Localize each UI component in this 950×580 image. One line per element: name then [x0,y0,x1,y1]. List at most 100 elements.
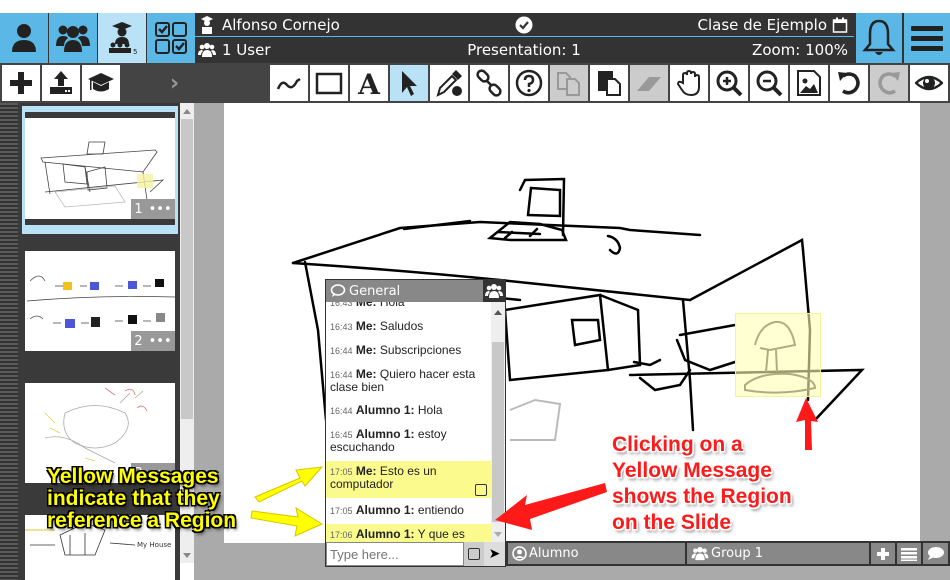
chat-message[interactable]: 16:44 Me: Subscripciones [326,341,491,365]
rectangle-icon [315,72,343,95]
class-button[interactable] [82,65,120,101]
slide-thumbnail-1[interactable]: 1 ••• [25,112,175,225]
hamburger-icon [911,26,943,51]
text-tool[interactable]: A [350,65,388,101]
slide-badge[interactable]: 1 ••• [131,199,175,219]
toolbar: › A [0,63,950,103]
freehand-tool[interactable] [270,65,308,101]
help-icon [515,69,543,97]
chat-message[interactable]: 17:05 Alumno 1: entiendo [326,498,491,524]
color-picker-tool[interactable] [430,65,468,101]
send-button[interactable]: ➤ [484,542,505,566]
collapse-sidebar-toggle[interactable]: › [170,71,179,96]
chat-toggle-button[interactable] [923,543,948,564]
chat-message-with-region[interactable]: 17:06 Alumno 1: Y que es esto [326,524,491,542]
rectangle-tool[interactable] [310,65,348,101]
freehand-icon [276,77,301,90]
svg-text:My House: My House [137,541,171,549]
paste-tool[interactable] [590,65,628,101]
group-label: Group 1 [711,546,763,561]
link-tool[interactable] [470,65,508,101]
chat-message[interactable]: 16:45 Alumno 1: estoy escuchando [326,425,491,461]
eraser-tool[interactable] [630,65,668,101]
add-icon [10,72,32,94]
list-view-button[interactable] [897,543,921,564]
single-user-mode-button[interactable] [0,13,48,63]
chat-message[interactable]: 16:44 Alumno 1: Hola [326,401,491,425]
pan-tool[interactable] [670,65,708,101]
zoom-in-icon [716,70,743,97]
quiz-mode-button[interactable] [147,13,195,63]
zoom-in-tool[interactable] [710,65,748,101]
zoom-out-tool[interactable] [750,65,788,101]
attach-region-button[interactable] [464,542,484,566]
checkbox-grid-icon [155,22,187,54]
scroll-down-icon [183,553,191,558]
redo-tool[interactable] [870,65,908,101]
add-slide-button[interactable] [2,65,40,101]
user-icon [12,24,36,52]
teacher-class-mode-button[interactable]: 5 [98,13,146,63]
main-menu-button[interactable] [904,13,950,63]
chat-message[interactable]: 16:43 Me: Hola [326,302,491,317]
sidebar-scroll-thumb[interactable] [181,119,193,419]
notifications-button[interactable] [856,13,902,63]
bell-icon [862,19,896,55]
group-indicator[interactable]: Group 1 [687,543,869,564]
region-icon [468,548,480,560]
group-mode-button[interactable] [49,13,97,63]
add-button[interactable] [871,543,895,564]
slide-number: 1 [134,201,143,217]
chat-bubble-icon [330,284,346,297]
chat-message[interactable]: 16:43 Me: Saludos [326,317,491,341]
undo-icon [838,72,860,95]
eyedropper-icon [436,70,462,97]
check-circle-icon [515,16,533,34]
calendar-icon [832,17,848,33]
chat-channel-name: General [349,283,401,299]
link-icon [476,69,502,97]
chat-header: General [326,280,505,302]
chat-scrollbar[interactable] [491,302,505,542]
teacher-class-icon: 5 [109,22,137,56]
user-circle-icon [512,546,527,561]
role-label: Alumno [529,546,579,561]
chat-message-input[interactable] [326,542,464,566]
session-info: Alfonso Cornejo Clase de Ejemplo 1 User … [194,13,854,63]
upload-button[interactable] [42,65,80,101]
class-name: Clase de Ejemplo [697,15,827,34]
scroll-down-icon [494,532,502,537]
slide-number: 2 [134,333,143,349]
slide-more-icon[interactable]: ••• [149,202,172,217]
list-icon [901,547,917,561]
slide-badge[interactable]: 2 ••• [131,331,175,351]
zoom-out-icon [756,70,783,97]
insert-image-tool[interactable] [790,65,828,101]
redo-icon [878,72,900,95]
region-highlight[interactable] [735,313,821,397]
chat-message[interactable]: 16:44 Me: Quiero hacer esta clase bien [326,365,491,401]
graduation-cap-icon [88,73,114,92]
send-icon: ➤ [488,546,501,562]
bottom-status-bar: Alumno Group 1 [506,541,950,566]
users-icon [56,25,90,52]
plus-icon [877,547,889,560]
chat-message-with-region[interactable]: 17:05 Me: Esto es un computador [326,461,491,498]
view-tool[interactable] [910,65,948,101]
users-icon [691,546,709,561]
help-tool[interactable] [510,65,548,101]
red-annotation: Clicking on a Yellow Message shows the R… [612,433,792,534]
text-icon: A [357,69,381,97]
class-size-badge: 5 [133,48,137,56]
slide-thumbnail-2[interactable]: 2 ••• [25,251,175,351]
sidebar-resize-handle[interactable] [0,103,18,580]
select-tool[interactable] [390,65,428,101]
svg-text:A: A [357,69,381,97]
role-indicator[interactable]: Alumno [508,543,685,564]
slide-more-icon[interactable]: ••• [149,334,172,349]
chat-users-button[interactable] [483,280,505,302]
chat-scroll-thumb[interactable] [492,342,504,522]
scroll-up-icon [494,310,502,315]
copy-tool[interactable] [550,65,588,101]
undo-tool[interactable] [830,65,868,101]
